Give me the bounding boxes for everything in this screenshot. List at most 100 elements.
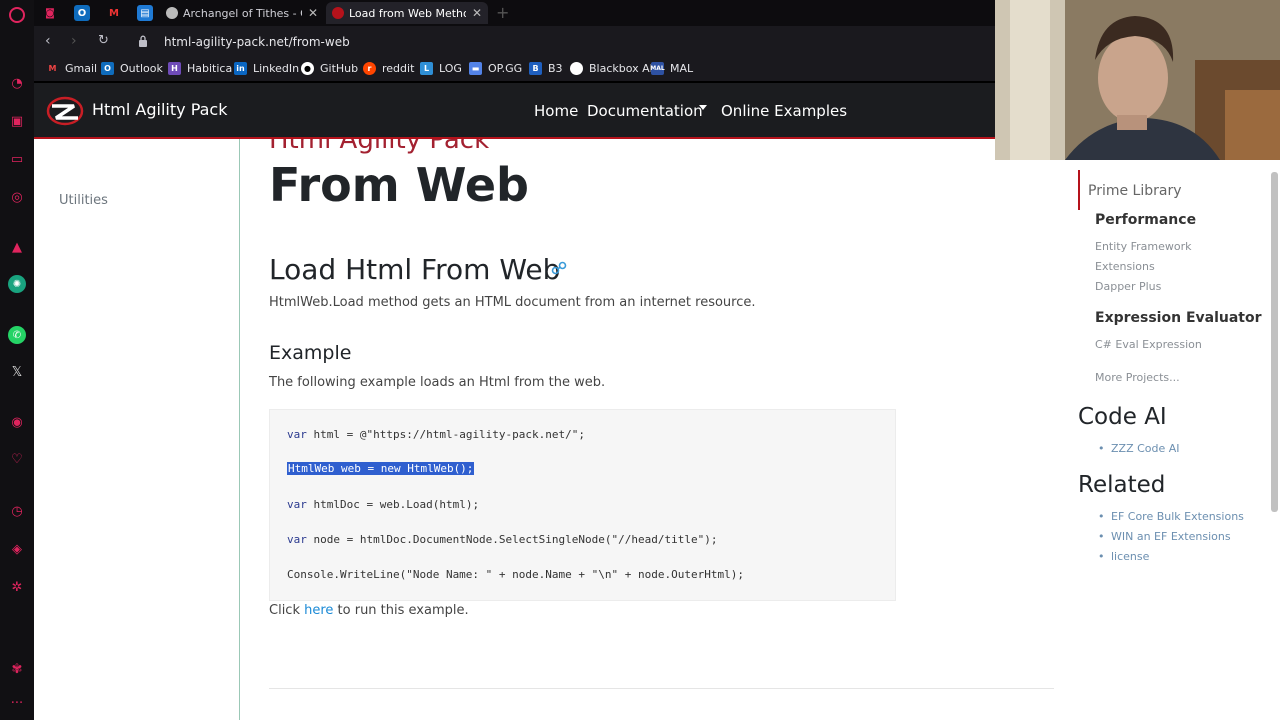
- code-line: var html = @"https://html-agility-pack.n…: [287, 428, 586, 441]
- related-heading: Related: [1078, 472, 1166, 498]
- sidebar-item-utilities[interactable]: Utilities: [59, 193, 108, 208]
- prime-library-link[interactable]: Prime Library: [1088, 183, 1182, 199]
- more-icon[interactable]: ···: [8, 694, 26, 712]
- log-icon: L: [420, 62, 433, 75]
- nav-home[interactable]: Home: [534, 102, 578, 120]
- lock-icon: [139, 35, 147, 47]
- performance-link[interactable]: Extensions: [1095, 260, 1155, 273]
- bookmark-gmail[interactable]: M Gmail: [46, 62, 98, 75]
- bookmark-outlook[interactable]: O Outlook: [101, 62, 163, 75]
- gmail-icon: M: [48, 64, 57, 73]
- instagram-icon[interactable]: ◎: [8, 188, 26, 206]
- close-tab-icon[interactable]: ✕: [308, 6, 318, 20]
- url-field[interactable]: html-agility-pack.net/from-web: [164, 35, 350, 49]
- new-tab-icon[interactable]: +: [496, 3, 509, 22]
- box-icon[interactable]: ◈: [8, 540, 26, 558]
- twitch-icon[interactable]: ▭: [8, 150, 26, 168]
- bookmark-github[interactable]: ● GitHub: [301, 62, 358, 75]
- bookmark-reddit[interactable]: r reddit: [363, 62, 414, 75]
- nav-documentation[interactable]: Documentation: [587, 102, 703, 120]
- bookmark-mal[interactable]: MAL MAL: [650, 62, 693, 75]
- speed-dial-icon[interactable]: ◔: [8, 74, 26, 92]
- aria-icon[interactable]: ▲: [8, 238, 26, 256]
- active-indicator: [1078, 170, 1080, 210]
- code-ai-link[interactable]: ZZZ Code AI: [1098, 442, 1179, 455]
- whatsapp-icon[interactable]: ✆: [8, 326, 26, 344]
- chevron-down-icon[interactable]: [699, 105, 707, 110]
- outlook-icon: O: [101, 62, 114, 75]
- bookmark-linkedin[interactable]: in LinkedIn: [234, 62, 299, 75]
- code-line: var node = htmlDoc.DocumentNode.SelectSi…: [287, 533, 718, 546]
- related-link[interactable]: EF Core Bulk Extensions: [1098, 510, 1244, 523]
- pinned-tab-gmail-icon[interactable]: M: [106, 5, 122, 21]
- code-ai-heading: Code AI: [1078, 404, 1167, 430]
- divider: [269, 688, 1054, 689]
- eval-expression-link[interactable]: C# Eval Expression: [1095, 338, 1202, 351]
- more-projects-link[interactable]: More Projects...: [1095, 371, 1180, 384]
- linkedin-icon: in: [234, 62, 247, 75]
- left-sidebar: Utilities: [34, 139, 240, 720]
- history-icon[interactable]: ◷: [8, 502, 26, 520]
- pinned-tab-discord-icon[interactable]: ◙: [42, 5, 58, 21]
- bookmark-blackbox-ai[interactable]: Blackbox AI: [570, 62, 653, 75]
- close-tab-icon[interactable]: ✕: [472, 6, 482, 20]
- tab-load-from-web[interactable]: Load from Web Method in ✕: [326, 2, 488, 24]
- code-block[interactable]: var html = @"https://html-agility-pack.n…: [269, 409, 896, 601]
- tab-title: Load from Web Method in: [349, 6, 466, 20]
- reload-icon[interactable]: ↻: [98, 33, 109, 48]
- blackbox-ai-icon: [570, 62, 583, 75]
- forward-icon[interactable]: ›: [71, 33, 77, 49]
- code-line: var htmlDoc = web.Load(html);: [287, 498, 480, 511]
- reddit-icon: r: [363, 62, 376, 75]
- right-sidebar: Prime Library Performance Entity Framewo…: [1078, 83, 1280, 720]
- zzz-logo-icon[interactable]: [46, 96, 84, 126]
- b3-icon: B: [529, 62, 542, 75]
- shopping-bag-icon[interactable]: ▣: [8, 112, 26, 130]
- sidebar-setup-icon[interactable]: ✾: [8, 660, 26, 678]
- bookmark-b3[interactable]: B B3: [529, 62, 563, 75]
- pinned-tab-outlook-icon[interactable]: O: [74, 5, 90, 21]
- related-link-continued[interactable]: license: [1098, 550, 1150, 563]
- x-twitter-icon[interactable]: 𝕏: [8, 363, 26, 381]
- pinned-tab-trello-icon[interactable]: ▤: [137, 5, 153, 21]
- performance-link[interactable]: Entity Framework: [1095, 240, 1192, 253]
- habitica-icon: H: [168, 62, 181, 75]
- webcam-video-overlay: [995, 0, 1280, 160]
- mal-icon: MAL: [650, 62, 665, 75]
- related-link[interactable]: WIN an EF Extensions: [1098, 530, 1231, 543]
- expression-evaluator-heading: Expression Evaluator: [1095, 310, 1262, 326]
- player-icon[interactable]: ◉: [8, 413, 26, 431]
- code-line: Console.WriteLine("Node Name: " + node.N…: [287, 568, 744, 581]
- github-icon: ●: [301, 62, 314, 75]
- tab-favicon-icon: [332, 7, 344, 19]
- example-description: The following example loads an Html from…: [269, 375, 606, 390]
- tab-favicon-icon: [166, 7, 178, 19]
- nav-online-examples[interactable]: Online Examples: [721, 102, 847, 120]
- tab-title: Archangel of Tithes - Outla: [183, 6, 302, 20]
- settings-icon[interactable]: ✲: [8, 578, 26, 596]
- run-example-text: Click here to run this example.: [269, 603, 469, 618]
- opgg-icon: ▬: [469, 62, 482, 75]
- opera-logo-icon[interactable]: [9, 7, 25, 23]
- anchor-link-icon[interactable]: [551, 260, 567, 276]
- back-icon[interactable]: ‹: [45, 33, 51, 49]
- page-title: From Web: [269, 158, 529, 212]
- section-description: HtmlWeb.Load method gets an HTML documen…: [269, 295, 756, 310]
- chatgpt-icon[interactable]: ✺: [8, 275, 26, 293]
- performance-heading: Performance: [1095, 212, 1197, 228]
- browser-sidebar: ◔ ▣ ▭ ◎ ▲ ✺ ✆ 𝕏 ◉ ♡ ◷ ◈ ✲ ✾ ···: [0, 0, 34, 720]
- section-heading: Load Html From Web: [269, 253, 561, 286]
- bookmark-habitica[interactable]: H Habitica: [168, 62, 232, 75]
- main-content: Html Agility Pack From Web Load Html Fro…: [269, 83, 1059, 720]
- heart-icon[interactable]: ♡: [8, 450, 26, 468]
- tab-archangel[interactable]: Archangel of Tithes - Outla ✕: [160, 2, 324, 24]
- site-brand[interactable]: Html Agility Pack: [92, 100, 227, 119]
- bookmark-log[interactable]: L LOG: [420, 62, 462, 75]
- page-scrollbar[interactable]: [1271, 172, 1278, 512]
- code-line-selected: HtmlWeb web = new HtmlWeb();: [287, 462, 475, 475]
- bookmark-opgg[interactable]: ▬ OP.GG: [469, 62, 522, 75]
- run-example-link[interactable]: here: [304, 603, 333, 618]
- performance-link[interactable]: Dapper Plus: [1095, 280, 1161, 293]
- example-heading: Example: [269, 342, 352, 364]
- web-page: Utilities Html Agility Pack From Web Loa…: [34, 83, 1280, 720]
